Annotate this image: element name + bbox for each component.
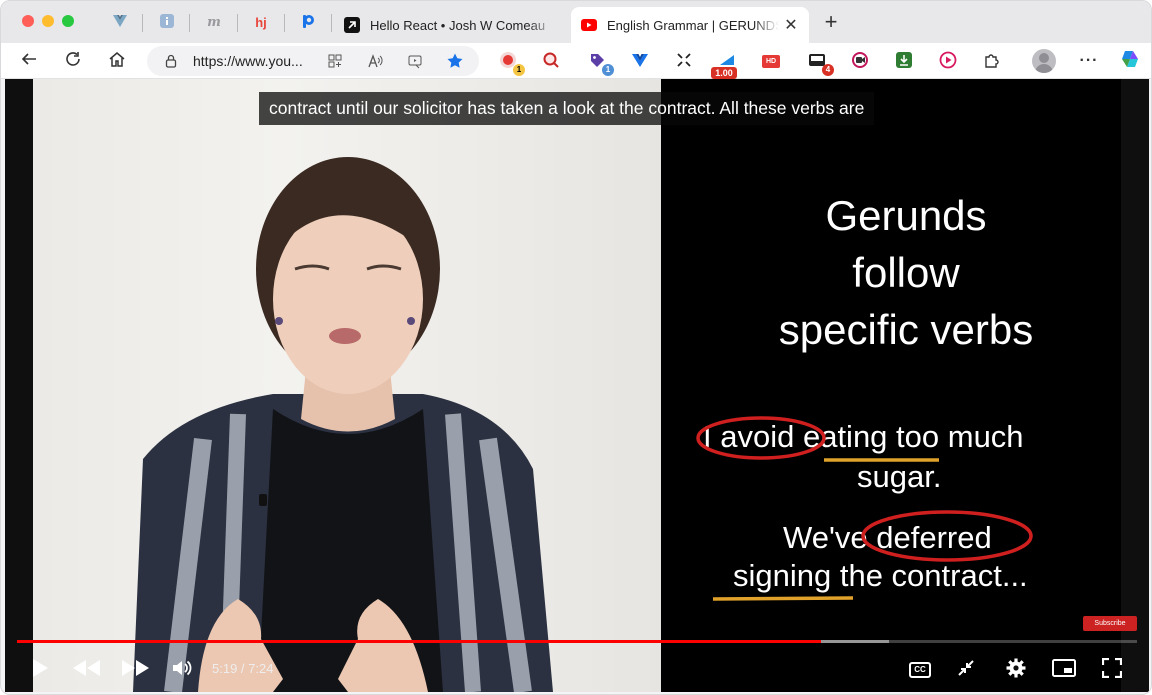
rewind-button[interactable]	[69, 655, 103, 685]
extension-play[interactable]	[938, 51, 958, 71]
exit-fullscreen-small-button[interactable]	[951, 655, 981, 685]
immersive-reader-icon[interactable]	[405, 51, 425, 71]
fast-forward-button[interactable]	[119, 655, 153, 685]
browser-window: m hj Hello React • Josh W Comeau English…	[0, 0, 1152, 695]
info-icon	[159, 13, 175, 32]
pinned-tab-vue[interactable]	[109, 11, 131, 33]
reload-button[interactable]	[61, 49, 85, 73]
copilot-button[interactable]	[1118, 49, 1142, 73]
settings-button[interactable]	[1001, 655, 1031, 685]
zoom-window-button[interactable]	[62, 15, 74, 27]
volume-icon	[171, 658, 193, 683]
time-display: 5:19 / 7:24	[212, 661, 274, 676]
extension-search[interactable]	[541, 51, 561, 71]
pinned-tab-medium[interactable]: m	[203, 11, 225, 33]
pinned-tab-info[interactable]	[156, 11, 178, 33]
tab-english-grammar[interactable]: English Grammar | GERUNDS in English ✕	[571, 7, 809, 43]
magnifier-icon	[542, 51, 560, 72]
circle-annotation	[861, 510, 1033, 562]
cc-icon: CC	[909, 662, 931, 678]
camera-icon	[851, 51, 869, 72]
new-tab-button[interactable]: +	[819, 11, 843, 35]
play-button[interactable]	[25, 655, 55, 685]
circle-annotation	[696, 416, 826, 460]
video-caption: contract until our solicitor has taken a…	[259, 92, 875, 125]
rewind-icon	[71, 658, 101, 683]
vuejs-devtools-icon	[112, 13, 128, 32]
play-circle-icon	[939, 51, 957, 72]
tab-bar: m hj Hello React • Josh W Comeau English…	[1, 1, 1151, 43]
more-menu-button[interactable]: ···	[1077, 49, 1101, 73]
underline-annotation	[712, 596, 854, 601]
profile-avatar[interactable]	[1032, 49, 1056, 73]
read-aloud-icon[interactable]	[365, 51, 385, 71]
back-button[interactable]	[17, 49, 41, 73]
tab-hello-react[interactable]: Hello React • Josh W Comeau	[334, 7, 566, 43]
extension-purple[interactable]: 1	[587, 51, 614, 76]
tab-separator	[331, 14, 332, 32]
slide-annotations	[696, 416, 1033, 601]
youtube-icon	[581, 17, 597, 33]
miniplayer-icon	[1052, 658, 1076, 682]
lock-icon[interactable]	[161, 51, 181, 71]
download-icon	[895, 51, 913, 72]
extension-shrink[interactable]	[674, 51, 694, 71]
fast-forward-icon	[121, 658, 151, 683]
video-player[interactable]: Gerunds follow specific verbs I avoid ea…	[5, 79, 1149, 692]
hd-icon: HD	[762, 54, 780, 68]
back-arrow-icon	[20, 50, 38, 73]
puzzle-icon	[983, 51, 1001, 72]
fullscreen-button[interactable]	[1097, 655, 1127, 685]
extension-video-speed[interactable]: 1.00	[711, 51, 737, 79]
tab-separator	[189, 14, 190, 32]
miniplayer-button[interactable]	[1049, 655, 1079, 685]
address-url[interactable]: https://www.you...	[193, 53, 303, 69]
gear-icon	[1005, 657, 1027, 684]
extension-vue-devtools[interactable]	[630, 51, 650, 71]
home-icon	[108, 50, 126, 73]
tab-separator	[284, 14, 285, 32]
split-screen-icon[interactable]	[325, 51, 345, 71]
tab-separator	[142, 14, 143, 32]
shrink-arrows-icon	[676, 52, 692, 71]
copilot-icon	[1119, 48, 1141, 75]
captions-button[interactable]: CC	[905, 655, 935, 685]
pinned-tab-hotjar[interactable]: hj	[250, 11, 272, 33]
medium-m-icon: m	[207, 14, 221, 30]
pinned-tab-p[interactable]	[297, 11, 319, 33]
play-icon	[31, 658, 49, 683]
hj-icon: hj	[255, 14, 267, 30]
close-window-button[interactable]	[22, 15, 34, 27]
video-scene-presenter	[33, 79, 661, 692]
presenter-illustration	[133, 157, 553, 692]
browser-toolbar: https://www.you... 1 1 1.00 HD 4 ···	[1, 43, 1151, 79]
video-slide: Gerunds follow specific verbs I avoid ea…	[661, 79, 1121, 692]
tab-separator	[237, 14, 238, 32]
p-logo-icon	[300, 13, 316, 32]
volume-button[interactable]	[167, 655, 197, 685]
vue-icon	[631, 51, 649, 72]
progress-played	[17, 640, 822, 643]
tab-title: Hello React • Josh W Comeau	[370, 17, 546, 33]
progress-bar[interactable]	[17, 640, 1137, 643]
extension-download[interactable]	[894, 51, 914, 71]
address-bar[interactable]: https://www.you...	[147, 46, 479, 76]
extensions-button[interactable]	[982, 51, 1002, 71]
extension-hd[interactable]: HD	[761, 51, 781, 71]
extension-record[interactable]: 1	[498, 51, 525, 76]
tab-title: English Grammar | GERUNDS in English	[607, 17, 779, 33]
reload-icon	[64, 50, 82, 73]
extension-theater[interactable]: 4	[807, 51, 834, 76]
extension-screen-capture[interactable]	[850, 51, 870, 71]
arrow-out-icon	[344, 17, 360, 33]
subscribe-label: Subscribe	[1094, 620, 1126, 627]
collapse-arrows-icon	[957, 659, 975, 682]
fullscreen-icon	[1101, 657, 1123, 683]
home-button[interactable]	[105, 49, 129, 73]
player-controls: 5:19 / 7:24 CC	[5, 649, 1149, 689]
favorite-star-icon[interactable]	[445, 51, 465, 71]
subscribe-watermark[interactable]: Subscribe	[1083, 616, 1137, 631]
minimize-window-button[interactable]	[42, 15, 54, 27]
close-tab-icon[interactable]: ✕	[783, 15, 799, 35]
